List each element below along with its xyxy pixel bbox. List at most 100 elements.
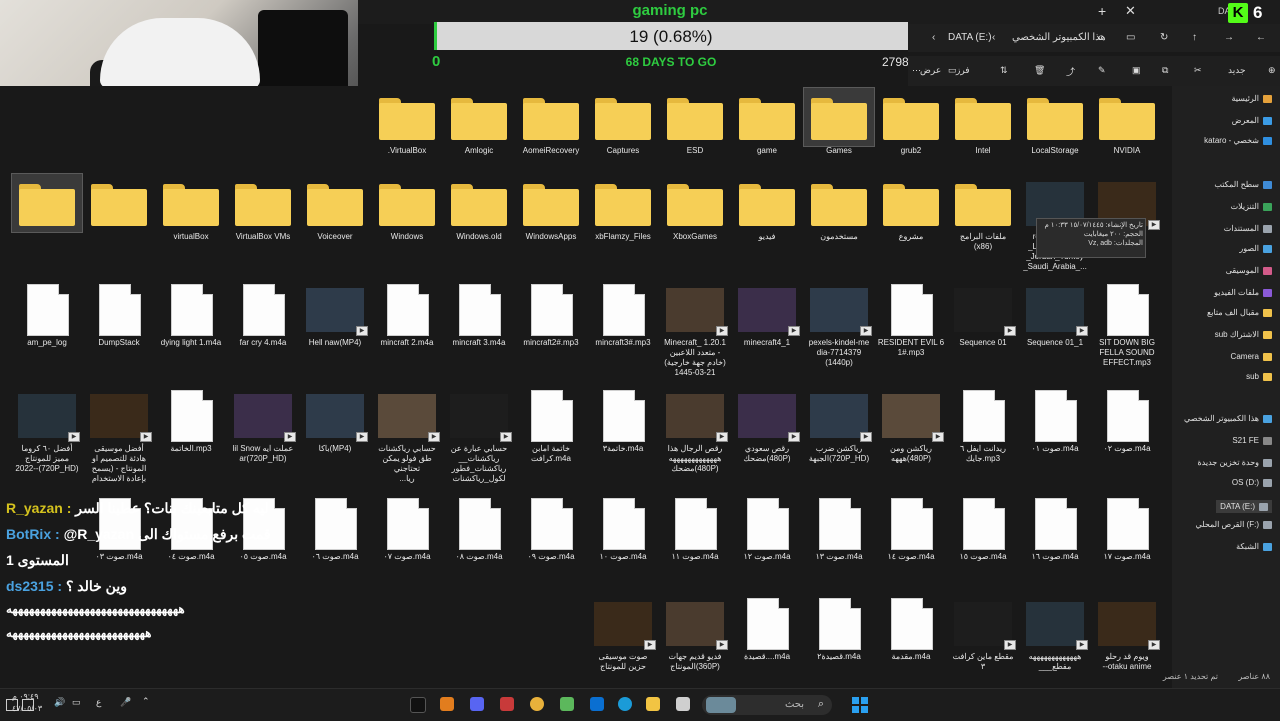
folder-item[interactable]: LocalStorage	[1020, 88, 1090, 156]
rename-icon[interactable]: ✎	[1098, 65, 1106, 76]
close-tab-button[interactable]: ✕	[1125, 3, 1136, 19]
folder-item[interactable]	[84, 174, 154, 232]
file-item[interactable]: صوت ١٤.m4a	[876, 494, 946, 562]
folder-item[interactable]: game	[732, 88, 802, 156]
folder-item[interactable]: .VirtualBox	[372, 88, 442, 156]
paste-icon[interactable]: ▣	[1132, 65, 1141, 76]
folder-item[interactable]: NVIDIA	[1092, 88, 1162, 156]
media-item[interactable]: ▶ رياكشن ومن هههه(480P)	[876, 386, 946, 464]
media-item[interactable]: ▶ رياكشن ضرب الجبهة(720P_HD)	[804, 386, 874, 464]
file-item[interactable]: خاتمة امابن كرافت.m4a	[516, 386, 586, 464]
file-item[interactable]: SIT DOWN BIG FELLA SOUND EFFECT.mp3	[1092, 280, 1162, 368]
sidebar-item[interactable]: القرص المحلي (F:)	[1196, 520, 1272, 529]
folder-item[interactable]: xbFlamzy_Files	[588, 174, 658, 242]
media-item[interactable]: ▶ حسابي عبارة عن __رياكشنات رياكشنات_فطور…	[444, 386, 514, 484]
media-item[interactable]: ▶ مقطع ماين كرافت ٣	[948, 594, 1018, 672]
file-item[interactable]: mincraft 2.m4a	[372, 280, 442, 348]
media-item[interactable]: ▶ رقص سعودي مضحك(480P)	[732, 386, 802, 464]
media-item[interactable]: ▶ أفضل ٦٠ كروما مميز للمونتاج 2022--(720P…	[12, 386, 82, 474]
folder-item[interactable]: Amlogic	[444, 88, 514, 156]
edge-icon[interactable]	[618, 697, 632, 711]
app-icon[interactable]	[676, 697, 690, 711]
sidebar-item[interactable]: الشبكة	[1236, 542, 1272, 551]
date[interactable]: ٤٧/٠٥/٠٣	[12, 704, 42, 713]
view-button[interactable]: عرض	[920, 65, 941, 76]
file-item[interactable]: صوت ١٠.m4a	[588, 494, 658, 562]
file-item[interactable]: قصيدة٢.m4a	[804, 594, 874, 662]
sidebar-item[interactable]: DATA (E:)	[1216, 500, 1272, 513]
sidebar-item[interactable]: هذا الكمبيوتر الشخصي	[1184, 414, 1272, 423]
folder-item[interactable]: مشروع	[876, 174, 946, 242]
file-item[interactable]: صوت ١٥.m4a	[948, 494, 1018, 562]
vlc-icon[interactable]	[440, 697, 454, 711]
folder-item[interactable]: Windows.old	[444, 174, 514, 242]
chrome-icon[interactable]	[530, 697, 544, 711]
start-icon[interactable]	[852, 697, 868, 713]
forward-icon[interactable]: →	[1224, 32, 1234, 43]
file-item[interactable]: صوت ٠٦.m4a	[300, 494, 370, 562]
folder-item[interactable]: XboxGames	[660, 174, 730, 242]
sidebar-item[interactable]: سطح المكتب	[1214, 180, 1272, 189]
file-item[interactable]: صوت ٠٩.m4a	[516, 494, 586, 562]
folder-item[interactable]: Intel	[948, 88, 1018, 156]
clock[interactable]: ٠٩:٤٩ م	[12, 692, 39, 701]
app-icon[interactable]	[560, 697, 574, 711]
file-item[interactable]: صوت ٠١.m4a	[1020, 386, 1090, 454]
folder-item[interactable]: Voiceover	[300, 174, 370, 242]
sidebar-item[interactable]: sub الاشتراك	[1215, 330, 1272, 339]
folder-item[interactable]: grub2	[876, 88, 946, 156]
delete-icon[interactable]: 🗑	[1034, 65, 1045, 76]
folder-item[interactable]: Windows	[372, 174, 442, 242]
sort-button[interactable]: فرز	[956, 65, 970, 76]
file-item[interactable]: صوت ٠٧.m4a	[372, 494, 442, 562]
folder-item[interactable]: VirtualBox VMs	[228, 174, 298, 242]
up-icon[interactable]: ↑	[1192, 32, 1197, 43]
folder-item[interactable]: ESD	[660, 88, 730, 156]
media-item[interactable]: ▶ باكا(MP4)	[300, 386, 370, 454]
file-item[interactable]: خاتمة٣.m4a	[588, 386, 658, 454]
discord-icon[interactable]	[470, 697, 484, 711]
sidebar-item[interactable]: التنزيلات	[1231, 202, 1272, 211]
sidebar-item[interactable]: sub	[1246, 372, 1272, 381]
file-item[interactable]: mincraft3#.mp3	[588, 280, 658, 348]
file-item[interactable]: الخاتمة.mp3	[156, 386, 226, 454]
monitor-icon[interactable]: ▭	[72, 697, 81, 708]
file-item[interactable]: صوت ١٢.m4a	[732, 494, 802, 562]
folder-item[interactable]: WindowsApps	[516, 174, 586, 242]
sidebar-item[interactable]: S21 FE	[1232, 436, 1272, 445]
file-item[interactable]: am_pe_log	[12, 280, 82, 348]
new-tab-button[interactable]: +	[1098, 3, 1106, 19]
tiktok-icon[interactable]	[410, 697, 426, 713]
speaker-icon[interactable]: 🔊	[54, 697, 65, 708]
media-item[interactable]: ▶ ويوم قد رحلو --otaku anime	[1092, 594, 1162, 672]
chevron-up-icon[interactable]: ⌃	[142, 696, 150, 707]
folder-item[interactable]: Games	[803, 87, 875, 156]
media-item[interactable]: ▶ Hell naw(MP4)	[300, 280, 370, 348]
file-item[interactable]: far cry 4.m4a	[228, 280, 298, 348]
sidebar-item[interactable]: وحدة تخزين جديدة	[1197, 458, 1272, 467]
outlook-icon[interactable]	[590, 697, 604, 711]
media-item[interactable]: ▶ أفضل موسيقى هادئة للتصميم او المونتاج -…	[84, 386, 154, 484]
media-item[interactable]: ▶ Sequence 01_1	[1020, 280, 1090, 348]
breadcrumb-this-pc[interactable]: هذا الكمبيوتر الشخصي	[1012, 32, 1106, 43]
mic-icon[interactable]: 🎤	[120, 697, 131, 708]
folder-item[interactable]: AomeiRecovery	[516, 88, 586, 156]
sidebar-item[interactable]: المعرض	[1232, 116, 1272, 125]
file-item[interactable]: صوت ١٧.m4a	[1092, 494, 1162, 562]
file-item[interactable]: صوت ٠٨.m4a	[444, 494, 514, 562]
file-item[interactable]: صوت ١١.m4a	[660, 494, 730, 562]
media-item[interactable]: ▶ فديو قديم جهات المونتاج(360P)	[660, 594, 730, 672]
media-item[interactable]: ▶ minecraft4_1	[732, 280, 802, 348]
share-icon[interactable]: ⤴	[1066, 65, 1075, 78]
file-item[interactable]: RESIDENT EVIL 6 1#.mp3	[876, 280, 946, 358]
file-item[interactable]: مقدمة.m4a	[876, 594, 946, 662]
new-button[interactable]: جديد	[1228, 65, 1246, 76]
file-item[interactable]: صوت ١٣.m4a	[804, 494, 874, 562]
sidebar-item[interactable]: الرئيسية	[1231, 94, 1272, 103]
file-item[interactable]: mincraft 3.m4a	[444, 280, 514, 348]
media-item[interactable]: ▶ حسابي رياكشنات طق فولو يمكن تحتاجني ...…	[372, 386, 442, 484]
media-item[interactable]: ▶ lil Snow عملت ايه ar(720P_HD)	[228, 386, 298, 464]
media-item[interactable]: ▶ pexels-kindel-me dia-7714379 (1440p)	[804, 280, 874, 368]
back-icon[interactable]: ←	[1256, 32, 1266, 43]
sidebar-item[interactable]: مقبال الف متابع	[1207, 308, 1272, 317]
